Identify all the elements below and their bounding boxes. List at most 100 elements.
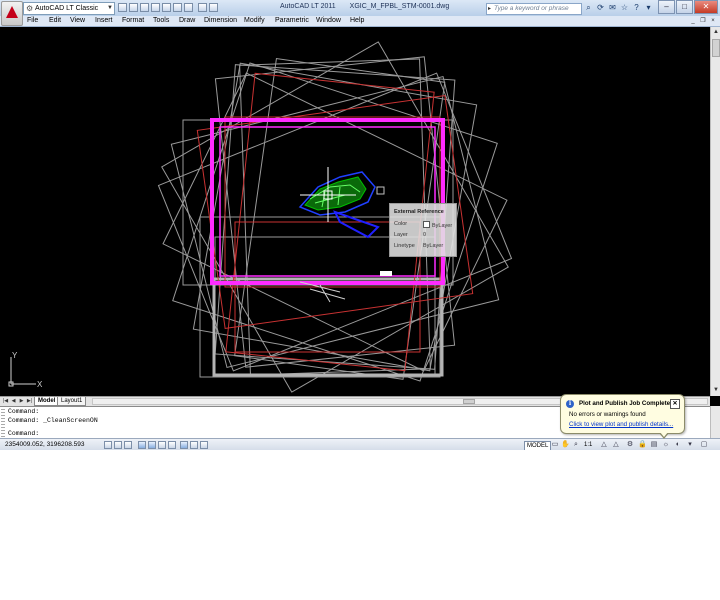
subscription-icon[interactable]: ⟳ [596, 3, 605, 12]
lineweight-toggle[interactable] [190, 441, 198, 449]
communication-icon[interactable]: ✉ [608, 3, 617, 12]
rollover-tooltip: External Reference Color ByLayer Layer 0… [389, 203, 457, 257]
scroll-up-icon[interactable]: ▲ [712, 28, 720, 37]
help-dropdown-icon[interactable]: ▾ [644, 3, 653, 12]
ortho-mode-toggle[interactable] [124, 441, 132, 449]
ucs-x-label: X [37, 380, 43, 389]
last-tab-icon[interactable]: ▶| [26, 397, 33, 405]
command-history-line: Command: [8, 408, 40, 415]
save-icon[interactable] [140, 3, 149, 12]
grip-box [376, 186, 385, 195]
menu-insert[interactable]: Insert [95, 16, 113, 26]
workspace-selector[interactable]: ⚙ AutoCAD LT Classic ▼ [23, 2, 115, 15]
drawing-window-controls: _ ❐ × [688, 16, 718, 26]
drawing-close-button[interactable]: × [709, 17, 717, 25]
quick-properties-toggle[interactable] [200, 441, 208, 449]
command-prompt[interactable]: Command: [8, 430, 39, 437]
dynamic-input-toggle[interactable] [180, 441, 188, 449]
menu-file[interactable]: File [27, 16, 38, 26]
prev-tab-icon[interactable]: ◀ [10, 397, 17, 405]
polar-tracking-toggle[interactable] [138, 441, 146, 449]
menu-window[interactable]: Window [316, 16, 341, 26]
command-scrollbar[interactable] [710, 406, 720, 438]
menu-parametric[interactable]: Parametric [275, 16, 309, 26]
tab-layout1[interactable]: Layout1 [57, 397, 87, 406]
tooltip-title: External Reference [394, 209, 444, 215]
tooltip-value-text: ByLayer [423, 243, 444, 249]
close-icon[interactable]: ✕ [670, 399, 680, 409]
ucs-y-label: Y [12, 351, 18, 360]
undo-icon[interactable] [162, 3, 171, 12]
statusbar-menu-icon[interactable]: ▾ [686, 441, 694, 449]
communication-center-icon[interactable]: ☼ [662, 441, 670, 449]
binoculars-icon[interactable]: ⌕ [584, 3, 593, 12]
command-window-grip[interactable] [1, 409, 5, 437]
search-input[interactable]: ▸ Type a keyword or phrase [486, 3, 582, 15]
menu-draw[interactable]: Draw [179, 16, 195, 26]
app-title: AutoCAD LT 2011 [280, 3, 336, 10]
menu-tools[interactable]: Tools [153, 16, 169, 26]
object-snap-tracking-toggle[interactable] [158, 441, 166, 449]
menu-view[interactable]: View [70, 16, 85, 26]
menu-format[interactable]: Format [122, 16, 144, 26]
window-controls: – □ ✕ [657, 0, 718, 14]
auto-scale-icon[interactable]: △ [612, 441, 620, 449]
hscroll-thumb[interactable] [463, 399, 475, 404]
vertical-scrollbar[interactable]: ▲ ▼ [710, 27, 720, 396]
maximize-button[interactable]: □ [676, 0, 693, 14]
search-placeholder: Type a keyword or phrase [494, 5, 569, 12]
object-snap-toggle[interactable] [148, 441, 156, 449]
annotation-scale[interactable]: 1:1 [584, 441, 592, 449]
help-icon[interactable]: ? [632, 3, 641, 12]
minimize-button[interactable]: – [658, 0, 675, 14]
application-menu-button[interactable] [1, 1, 23, 26]
lock-icon[interactable]: 🔒 [638, 441, 647, 449]
ucs-svg: Y X [8, 351, 43, 389]
notification-details-link[interactable]: Click to view plot and publish details..… [569, 421, 673, 428]
command-history-line: Command: _CleanScreenON [8, 417, 98, 424]
snap-mode-toggle[interactable] [104, 441, 112, 449]
menu-help[interactable]: Help [350, 16, 364, 26]
drawing-restore-button[interactable]: ❐ [699, 17, 707, 25]
search-dropdown-icon[interactable]: ▸ [488, 4, 491, 14]
open-icon[interactable] [129, 3, 138, 12]
plot-status-icon[interactable]: ▤ [650, 441, 658, 449]
plot-publish-notification: i Plot and Publish Job Complete No error… [560, 394, 685, 439]
close-button[interactable]: ✕ [694, 0, 718, 14]
coordinate-readout[interactable]: 2354009.052, 3196208.593 [5, 441, 85, 448]
drawing-minimize-button[interactable]: _ [689, 17, 697, 25]
info-icon: i [566, 400, 574, 408]
model-button[interactable]: MODEL [524, 441, 552, 450]
grid-display-toggle[interactable] [114, 441, 122, 449]
tooltip-key: Color [394, 221, 408, 227]
zoom-icon[interactable]: ⌕ [572, 441, 580, 449]
favorites-icon[interactable]: ☆ [620, 3, 629, 12]
scroll-thumb[interactable] [712, 39, 720, 57]
clean-screen-icon[interactable]: ▢ [700, 441, 708, 449]
plot-icon[interactable] [198, 3, 207, 12]
drawing-canvas[interactable]: External Reference Color ByLayer Layer 0… [0, 27, 710, 396]
pan-icon[interactable]: ✋ [561, 441, 570, 449]
match-icon[interactable] [184, 3, 193, 12]
menu-bar: File Edit View Insert Format Tools Draw … [0, 16, 720, 27]
color-swatch-icon [423, 221, 430, 228]
menu-dimension[interactable]: Dimension [204, 16, 237, 26]
first-tab-icon[interactable]: |◀ [2, 397, 9, 405]
qat-dropdown-icon[interactable] [209, 3, 218, 12]
menu-edit[interactable]: Edit [49, 16, 61, 26]
annotation-visibility-icon[interactable]: △ [600, 441, 608, 449]
scroll-down-icon[interactable]: ▼ [712, 386, 720, 395]
next-tab-icon[interactable]: ▶ [18, 397, 25, 405]
save-as-icon[interactable] [151, 3, 160, 12]
tab-model[interactable]: Model [34, 397, 60, 406]
menu-modify[interactable]: Modify [244, 16, 265, 26]
layout-icon[interactable]: ▭ [551, 441, 559, 449]
workspace-switch-icon[interactable]: ⚙ [626, 441, 634, 449]
autocad-logo-icon [6, 6, 18, 18]
isolate-objects-icon[interactable]: ◐ [674, 441, 682, 449]
autocad-window: ⚙ AutoCAD LT Classic ▼ AutoCAD LT 2011 XG… [0, 0, 720, 450]
title-bar: ⚙ AutoCAD LT Classic ▼ AutoCAD LT 2011 XG… [0, 0, 720, 17]
new-icon[interactable] [118, 3, 127, 12]
redo-icon[interactable] [173, 3, 182, 12]
dynamic-ucs-toggle[interactable] [168, 441, 176, 449]
